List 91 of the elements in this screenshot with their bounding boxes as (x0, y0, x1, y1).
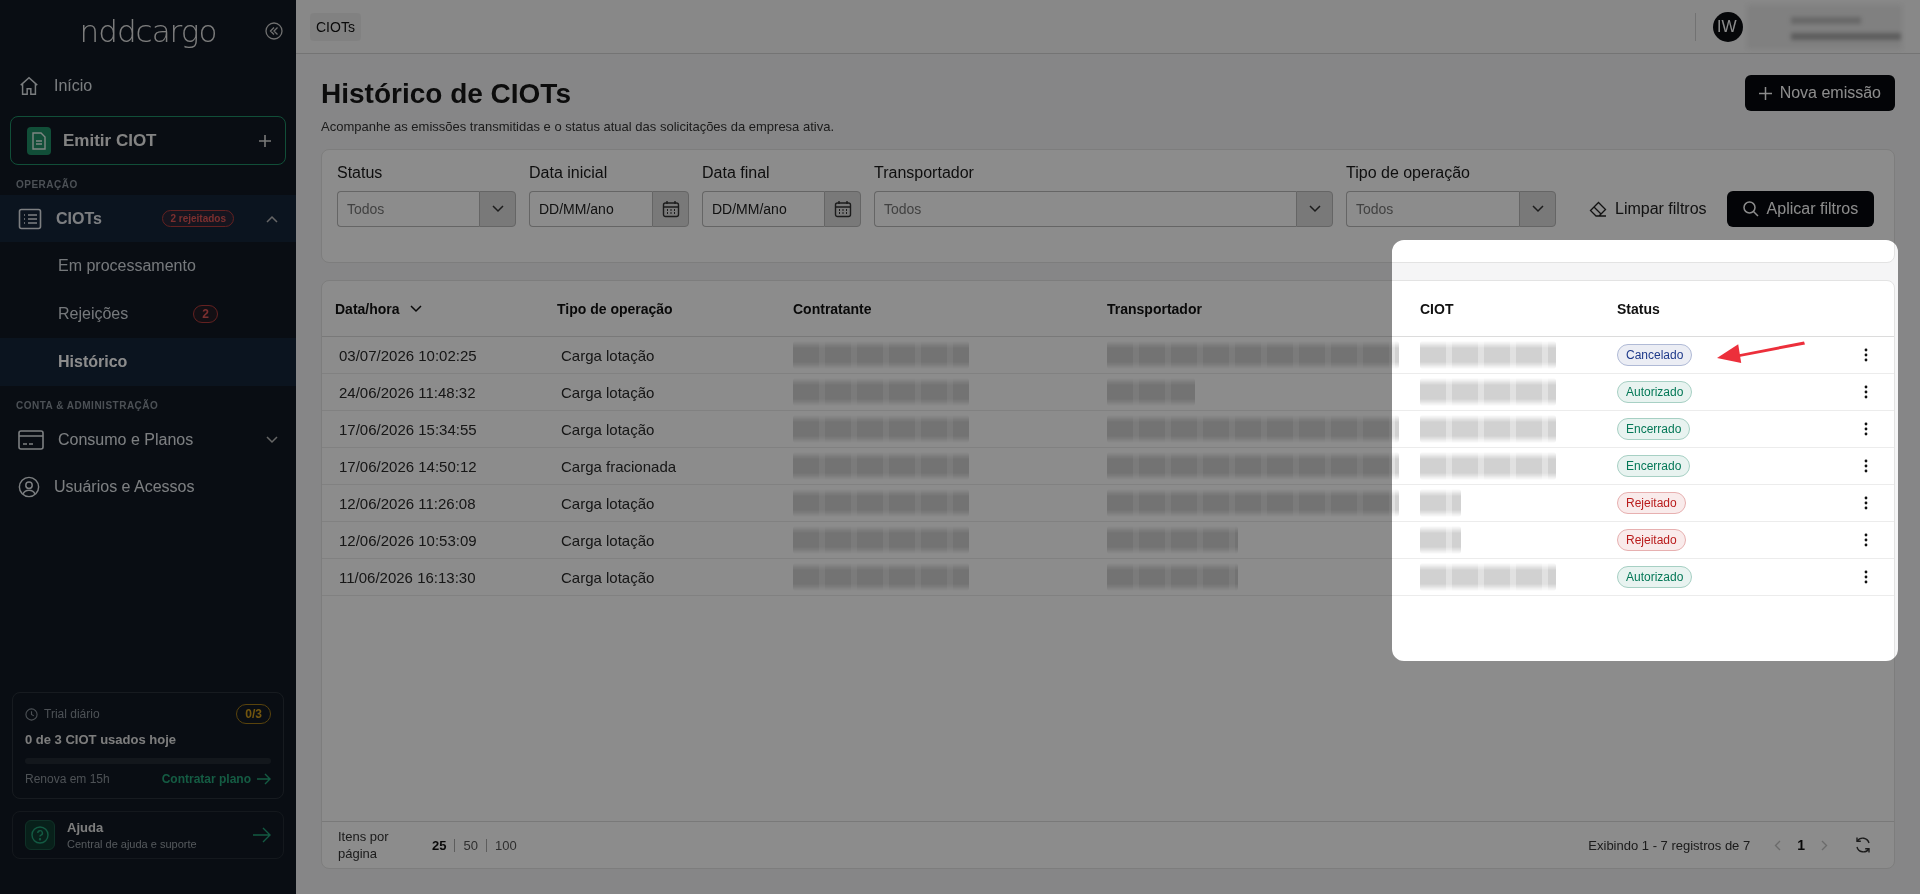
column-header[interactable]: Tipo de operação (557, 300, 793, 317)
nav-item[interactable]: CIOTs 2 rejeitados (0, 195, 296, 242)
help-card[interactable]: Ajuda Central de ajuda e suporte (12, 811, 284, 859)
status-badge: Autorizado (1617, 566, 1693, 588)
table-cell-text: 03/07/2026 10:02:25 (338, 346, 478, 364)
arrow-right-icon (257, 773, 271, 785)
select-field[interactable]: Todos (1346, 191, 1519, 227)
credit-card-icon (18, 429, 44, 450)
table-cell-text: 11/06/2026 16:13:30 (338, 568, 477, 586)
page-size-option[interactable]: 50 (455, 837, 486, 853)
calendar-button[interactable] (824, 191, 861, 227)
table-cell-text: Carga lotação (560, 420, 656, 438)
page-title: Histórico de CIOTs (321, 78, 572, 110)
column-header[interactable]: Contratante (793, 300, 1107, 317)
renewal-text: Renova em 15h (25, 772, 110, 786)
logo: nddcargo (79, 13, 217, 49)
home-icon (18, 75, 40, 97)
table-cell-text: Carga lotação (560, 568, 656, 586)
avatar[interactable]: IW (1713, 11, 1743, 42)
clear-filters-button[interactable]: Limpar filtros (1583, 191, 1713, 227)
blurred-text (1420, 489, 1461, 517)
breadcrumb[interactable]: CIOTs (310, 12, 361, 41)
apply-filters-button[interactable]: Aplicar filtros (1726, 191, 1875, 227)
nav-subitem[interactable]: Histórico (0, 338, 296, 386)
blurred-text (1420, 526, 1461, 554)
table-cell-text: 24/06/2026 11:48:32 (338, 383, 477, 401)
document-icon (27, 126, 51, 155)
pagination-summary: Exibindo 1 - 7 registros de 7 (1588, 837, 1751, 853)
arrow-right-icon (253, 827, 271, 843)
help-icon (25, 820, 55, 850)
table-cell-text: 12/06/2026 11:26:08 (338, 494, 477, 512)
status-badge: Encerrado (1617, 455, 1691, 477)
table-cell-text: 17/06/2026 14:50:12 (338, 457, 478, 475)
field-label: Transportador (874, 164, 975, 183)
chevron-up-icon (266, 214, 278, 223)
eraser-icon (1589, 201, 1607, 217)
nav-item[interactable]: Usuários e Acessos (0, 463, 296, 510)
help-subtitle: Central de ajuda e suporte (67, 838, 197, 850)
field-label: Tipo de operação (1346, 164, 1471, 183)
field-label: Data final (702, 164, 771, 183)
calendar-icon (661, 200, 680, 218)
table-cell-text: 17/06/2026 15:34:55 (338, 420, 478, 438)
trial-title: Trial diário (44, 707, 100, 721)
date-field[interactable]: DD/MM/ano (702, 191, 824, 227)
section-title: CONTA & ADMINISTRAÇÃO (15, 398, 160, 413)
chevron-down-icon (1308, 205, 1321, 213)
chevron-down-icon (266, 435, 278, 444)
new-issue-button[interactable]: Nova emissão (1744, 75, 1895, 111)
table-cell-text: Carga lotação (560, 531, 656, 549)
plus-icon (1758, 86, 1772, 100)
column-header[interactable]: Transportador (1107, 300, 1420, 317)
field-label: Status (337, 164, 384, 183)
status-badge: Cancelado (1617, 344, 1693, 366)
select-field[interactable]: Todos (874, 191, 1296, 227)
table-cell-text: Carga lotação (560, 346, 656, 364)
column-header[interactable]: CIOT (1420, 300, 1617, 317)
clock-icon (25, 707, 38, 721)
section-title: OPERAÇÃO (15, 177, 79, 192)
field-label: Data inicial (529, 164, 609, 183)
table-cell-text: Carga lotação (560, 494, 656, 512)
search-icon (1742, 201, 1759, 217)
plus-icon (259, 134, 271, 147)
nav-subitem[interactable]: Em processamento (0, 242, 296, 290)
status-badge: Rejeitado (1617, 529, 1686, 551)
chevron-down-icon (491, 205, 504, 213)
date-field[interactable]: DD/MM/ano (529, 191, 652, 227)
usage-summary: 0 de 3 CIOT usados hoje (25, 732, 177, 747)
calendar-button[interactable] (652, 191, 689, 227)
status-badge: Autorizado (1617, 381, 1693, 403)
column-header[interactable]: Status (1617, 300, 1894, 317)
nav-item[interactable]: Início (0, 62, 296, 110)
nav-subitem[interactable]: Rejeições 2 (0, 290, 296, 338)
collapse-icon[interactable] (265, 22, 283, 40)
calendar-icon (833, 200, 852, 218)
table-cell-text: Carga fracionada (560, 457, 678, 475)
select-field[interactable]: Todos (337, 191, 479, 227)
chevron-down-icon (1531, 205, 1544, 213)
nav-item[interactable]: Consumo e Planos (0, 416, 296, 463)
sort-icon (409, 304, 422, 313)
page-size-label: Itens por página (338, 828, 390, 862)
page-subtitle: Acompanhe as emissões transmitidas e o status atual das solicitações da empresa ativa. (321, 119, 835, 134)
table-cell-text: 12/06/2026 10:53:09 (338, 531, 478, 549)
page-number[interactable]: 1 (1787, 837, 1815, 853)
table-cell-text: Carga lotação (560, 383, 656, 401)
user-icon (18, 475, 40, 498)
status-badge: Rejeitado (1617, 492, 1686, 514)
list-icon (18, 207, 42, 230)
help-title: Ajuda (67, 820, 105, 835)
status-badge: Encerrado (1617, 418, 1691, 440)
emit-button[interactable]: Emitir CIOT (10, 116, 286, 165)
column-header[interactable]: Data/hora (335, 300, 557, 317)
